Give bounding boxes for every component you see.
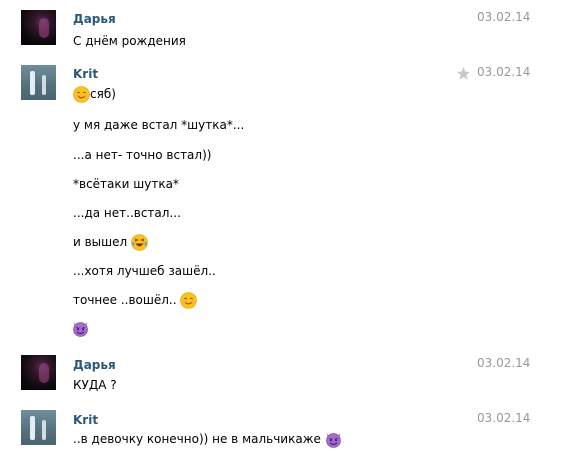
smiling-devil-emoji-icon xyxy=(325,431,342,448)
smiling-devil-emoji-icon xyxy=(72,320,89,337)
message-date[interactable]: 03.02.14 xyxy=(477,65,530,80)
message-text-line: ..в девочку конечно)) не в мальчикаже xyxy=(73,431,342,448)
message-date[interactable]: 03.02.14 xyxy=(477,10,530,25)
avatar[interactable] xyxy=(21,355,56,390)
message-text-line: ...да нет..встал... xyxy=(73,206,181,220)
avatar[interactable] xyxy=(21,10,56,45)
message-item: Дарья 03.02.14 КУДА ? xyxy=(0,345,561,403)
message-text-line: у мя даже встал *шутка*... xyxy=(73,118,245,132)
message-text: С днём рождения xyxy=(73,34,186,48)
message-text-line: точнее ..вошёл.. xyxy=(73,292,198,309)
smiling-face-emoji-icon xyxy=(180,292,198,309)
message-date[interactable]: 03.02.14 xyxy=(477,411,530,426)
message-date[interactable]: 03.02.14 xyxy=(477,356,530,371)
message-item: Krit 03.02.14 сяб) у мя даже встал *шутк… xyxy=(0,60,561,345)
message-item: Krit 03.02.14 ..в девочку конечно)) не в… xyxy=(0,403,561,458)
message-text-line: *всётаки шутка* xyxy=(73,177,179,191)
smiling-face-emoji-icon xyxy=(73,86,90,103)
message-text-line: сяб) xyxy=(73,86,116,103)
avatar[interactable] xyxy=(21,65,56,100)
tears-of-joy-emoji-icon xyxy=(131,234,148,251)
message-text-line: и вышел xyxy=(73,234,148,251)
author-name[interactable]: Krit xyxy=(73,413,98,428)
avatar[interactable] xyxy=(21,410,56,445)
author-name[interactable]: Дарья xyxy=(73,12,116,27)
message-text: КУДА ? xyxy=(73,378,117,392)
message-text-line: ...а нет- точно встал)) xyxy=(73,148,212,162)
message-item: Дарья 03.02.14 С днём рождения xyxy=(0,0,561,60)
star-icon[interactable] xyxy=(456,66,471,81)
message-text-line: ...хотя лучшеб зашёл.. xyxy=(73,264,216,278)
author-name[interactable]: Krit xyxy=(73,67,98,82)
author-name[interactable]: Дарья xyxy=(73,358,116,373)
